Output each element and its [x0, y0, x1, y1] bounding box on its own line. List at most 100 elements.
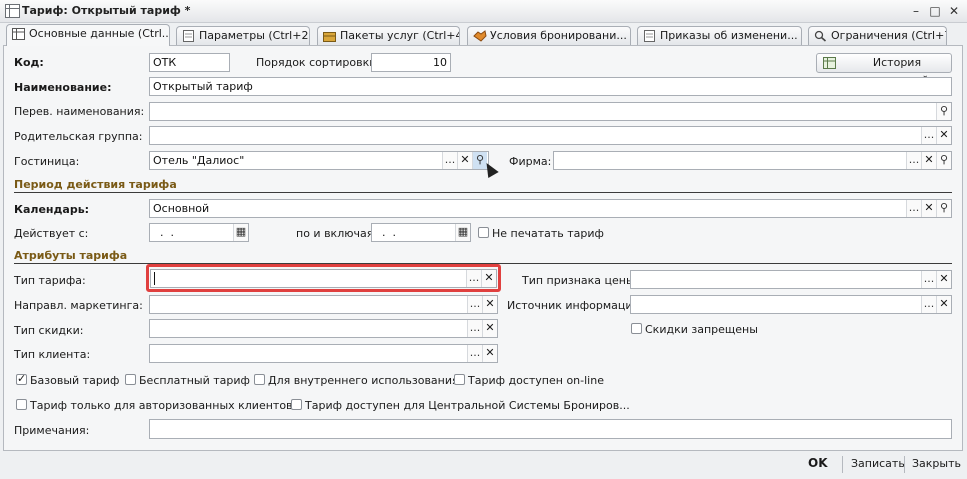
internal-use-checkbox[interactable] — [254, 374, 265, 385]
maximize-button[interactable]: □ — [927, 3, 943, 19]
marketing-direction-field[interactable] — [149, 295, 498, 314]
discounts-forbidden-checkbox[interactable] — [631, 323, 642, 334]
calendar-label: Календарь: — [14, 203, 90, 216]
name-translation-field[interactable] — [149, 102, 952, 121]
ellipsis-icon[interactable]: ... — [921, 271, 936, 288]
clear-icon[interactable]: ✕ — [482, 320, 497, 337]
table-icon — [5, 4, 20, 18]
valid-from-label: Действует с: — [14, 227, 89, 240]
discount-type-label: Тип скидки: — [14, 324, 84, 337]
base-tariff-checkbox[interactable] — [16, 372, 27, 385]
window-title: Тариф: Открытый тариф * — [22, 4, 191, 17]
tab-booking-conditions[interactable]: Условия бронировани... — [467, 26, 631, 45]
tab-change-orders[interactable]: Приказы об изменени... — [637, 26, 802, 45]
clear-icon[interactable]: ✕ — [921, 152, 936, 169]
ellipsis-icon[interactable]: ... — [906, 200, 921, 217]
section-divider — [14, 192, 952, 193]
calendar-field[interactable]: Основной — [149, 199, 952, 218]
online-available-label: Тариф доступен on-line — [468, 374, 604, 387]
clear-icon[interactable]: ✕ — [936, 296, 951, 313]
price-sign-type-label: Тип признака цены: — [522, 274, 639, 287]
ellipsis-icon[interactable]: ... — [921, 296, 936, 313]
handshake-icon — [473, 30, 487, 42]
footer-separator — [842, 456, 843, 473]
period-section-title: Период действия тарифа — [14, 178, 177, 191]
parent-group-label: Родительская группа: — [14, 130, 143, 143]
hotel-field[interactable]: Отель "Далиос" — [149, 151, 489, 170]
tariff-type-field[interactable] — [150, 269, 497, 288]
code-field[interactable]: ОТК — [149, 53, 230, 72]
history-button[interactable]: История изменений — [816, 53, 952, 87]
free-tariff-checkbox[interactable] — [125, 374, 136, 385]
tariff-type-label: Тип тарифа: — [14, 274, 86, 287]
name-field[interactable]: Открытый тариф — [149, 77, 952, 96]
tab-service-packages[interactable]: Пакеты услуг (Ctrl+4) — [317, 26, 460, 45]
clear-icon[interactable]: ✕ — [936, 127, 951, 144]
client-type-label: Тип клиента: — [14, 348, 91, 361]
search-icon[interactable]: ⚲ — [936, 103, 951, 120]
ellipsis-icon[interactable]: ... — [467, 320, 482, 337]
document-icon — [182, 30, 195, 42]
table-icon — [823, 57, 836, 69]
notes-field[interactable] — [149, 419, 952, 439]
info-source-field[interactable] — [630, 295, 952, 314]
tab-label: Основные данные (Ctrl... — [29, 27, 170, 40]
search-icon[interactable]: ⚲ — [936, 152, 951, 169]
clear-icon[interactable]: ✕ — [482, 345, 497, 362]
close-window-button[interactable]: ✕ — [946, 3, 962, 19]
name-label: Наименование: — [14, 81, 112, 94]
clear-icon[interactable]: ✕ — [457, 152, 472, 169]
discount-type-field[interactable] — [149, 319, 498, 338]
clear-icon[interactable]: ✕ — [921, 200, 936, 217]
table-icon — [12, 28, 25, 40]
ellipsis-icon[interactable]: ... — [467, 345, 482, 362]
marketing-direction-label: Направл. маркетинга: — [14, 299, 143, 312]
central-booking-checkbox[interactable] — [291, 399, 302, 410]
company-label: Фирма: — [509, 155, 552, 168]
tab-restrictions[interactable]: Ограничения (Ctrl+7) — [808, 26, 947, 45]
search-icon[interactable]: ⚲ — [936, 200, 951, 217]
client-type-field[interactable] — [149, 344, 498, 363]
save-button[interactable]: Записать — [851, 457, 905, 470]
ok-button[interactable]: OK — [808, 456, 828, 470]
price-sign-type-field[interactable] — [630, 270, 952, 289]
dont-print-checkbox[interactable] — [478, 227, 489, 238]
package-icon — [323, 30, 336, 42]
ellipsis-icon[interactable]: ... — [467, 296, 482, 313]
authorized-only-checkbox[interactable] — [16, 399, 27, 410]
valid-to-label: по и включая: — [296, 227, 378, 240]
tab-label: Условия бронировани... — [490, 29, 627, 42]
footer-separator — [904, 456, 905, 473]
company-field[interactable] — [553, 151, 952, 170]
clear-icon[interactable]: ✕ — [936, 271, 951, 288]
tab-parameters[interactable]: Параметры (Ctrl+2) — [176, 26, 310, 45]
notes-label: Примечания: — [14, 424, 90, 437]
tab-label: Пакеты услуг (Ctrl+4) — [340, 29, 460, 42]
magnifier-icon — [814, 30, 827, 42]
footer-bar: OK Записать Закрыть — [0, 451, 967, 479]
ellipsis-icon[interactable]: ... — [921, 127, 936, 144]
text-caret — [154, 272, 155, 285]
tab-main-data[interactable]: Основные данные (Ctrl... — [6, 24, 170, 46]
calendar-icon[interactable]: ▦ — [455, 224, 470, 241]
ellipsis-icon[interactable]: ... — [466, 270, 481, 287]
code-label: Код: — [14, 56, 44, 69]
internal-use-label: Для внутреннего использования — [268, 374, 459, 387]
online-available-checkbox[interactable] — [454, 374, 465, 385]
minimize-button[interactable]: – — [908, 3, 924, 19]
close-button[interactable]: Закрыть — [912, 457, 961, 470]
parent-group-field[interactable] — [149, 126, 952, 145]
ellipsis-icon[interactable]: ... — [442, 152, 457, 169]
tab-label: Параметры (Ctrl+2) — [199, 29, 310, 42]
clear-icon[interactable]: ✕ — [482, 296, 497, 313]
calendar-icon[interactable]: ▦ — [233, 224, 248, 241]
sort-order-field[interactable]: 10 — [371, 53, 451, 72]
tab-label: Приказы об изменени... — [660, 29, 798, 42]
central-booking-label: Тариф доступен для Центральной Системы Б… — [305, 399, 630, 412]
base-tariff-label: Базовый тариф — [30, 374, 120, 387]
ellipsis-icon[interactable]: ... — [906, 152, 921, 169]
tab-label: Ограничения (Ctrl+7) — [831, 29, 947, 42]
authorized-only-label: Тариф только для авторизованных клиентов — [30, 399, 293, 412]
clear-icon[interactable]: ✕ — [481, 270, 496, 287]
hotel-label: Гостиница: — [14, 155, 80, 168]
